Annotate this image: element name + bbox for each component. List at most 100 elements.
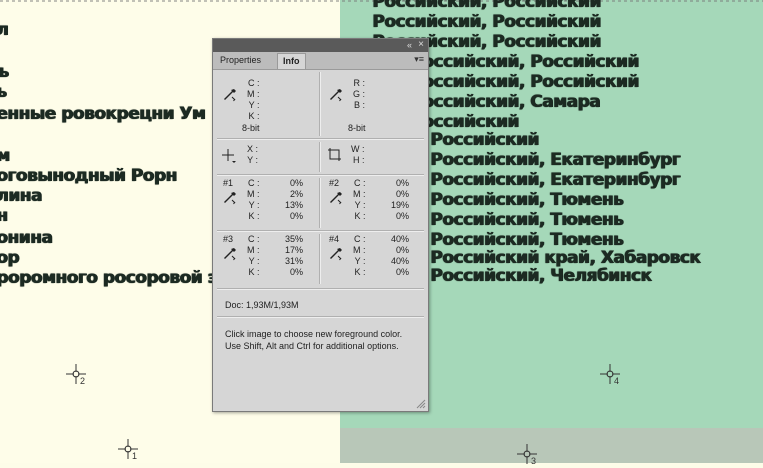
doc-left-line: ъ: [0, 62, 9, 82]
sampler-id: #2: [329, 178, 340, 188]
doc-right-line: Российский, Тюмень: [430, 190, 623, 210]
color-sampler-marker[interactable]: 1: [118, 439, 142, 463]
divider: [319, 234, 321, 284]
panel-menu-icon[interactable]: ▾≡: [414, 54, 424, 65]
label: Y :: [248, 100, 260, 110]
divider: [319, 72, 321, 136]
doc-left-line: ор: [0, 248, 19, 268]
doc-right-line: Российский, Тюмень: [430, 210, 623, 230]
label: M :: [247, 89, 260, 99]
document-size: Doc: 1,93M/1,93M: [225, 300, 299, 310]
doc-left-line: лина: [0, 186, 42, 206]
label: M :: [247, 189, 260, 199]
doc-left-line: роромного росоровой э: [0, 268, 217, 288]
doc-left-line: онина: [0, 228, 53, 248]
label: Y :: [354, 200, 366, 210]
value: 13%: [285, 200, 304, 210]
label: Y :: [248, 200, 260, 210]
doc-right-line: Российский край, Хабаровск: [430, 248, 701, 268]
cmyk-labels: C : M : Y : K :: [247, 234, 260, 278]
eyedropper-icon: [330, 192, 342, 205]
eyedropper-icon: [224, 248, 236, 261]
doc-right-line: Российский, Самара: [410, 92, 600, 112]
value: 19%: [391, 200, 410, 210]
value: 0%: [395, 245, 409, 255]
color-sampler-marker[interactable]: 2: [66, 364, 90, 388]
help-text: Click image to choose new foreground col…: [225, 329, 403, 351]
cmyk-values: 0% 2% 13% 0%: [285, 178, 303, 222]
position-size-section: X : Y : W : H :: [213, 140, 428, 174]
label: K :: [354, 211, 366, 221]
eyedropper-icon: [330, 248, 342, 261]
panel-tabs: Properties Info ▾≡: [213, 52, 428, 70]
doc-left-line: л: [0, 20, 8, 40]
cmyk-labels: C : M : Y : K :: [353, 234, 366, 278]
sampler-number: 3: [531, 456, 537, 466]
value: 0%: [289, 267, 303, 277]
label: C :: [353, 234, 366, 244]
cmyk-values: 0% 0% 19% 0%: [391, 178, 409, 222]
panel-titlebar[interactable]: « ×: [213, 39, 428, 52]
bounding-box-icon: [328, 148, 341, 161]
label: K :: [248, 111, 260, 121]
doc-left-line: н: [0, 206, 8, 226]
tab-info[interactable]: Info: [277, 53, 306, 69]
label: H :: [352, 155, 365, 165]
label: C :: [353, 178, 366, 188]
doc-right-line: Российский, Челябинск: [430, 266, 652, 286]
sampler-number: 1: [132, 451, 138, 461]
value: 40%: [391, 234, 410, 244]
divider: [217, 316, 424, 318]
value: 40%: [391, 256, 410, 266]
value: 0%: [395, 189, 409, 199]
color-sampler-marker[interactable]: 4: [600, 364, 624, 388]
label: K :: [248, 211, 260, 221]
sampler-id: #3: [223, 234, 234, 244]
doc-right-line: Российский, Екатеринбург: [430, 150, 680, 170]
doc-right-line: Российский, Тюмень: [430, 230, 623, 250]
label: C :: [247, 178, 260, 188]
rgb-labels: R : G : B :: [353, 78, 365, 111]
divider: [217, 288, 424, 290]
doc-right-line: Российский: [430, 130, 539, 150]
label: R :: [353, 78, 366, 88]
close-icon[interactable]: ×: [418, 39, 424, 50]
value: 0%: [395, 178, 409, 188]
cmyk-labels: C : M : Y : K :: [353, 178, 366, 222]
doc-right-line: Российский, Российский: [410, 52, 639, 72]
value: 0%: [289, 178, 303, 188]
value: 35%: [285, 234, 304, 244]
doc-left-line: ь: [0, 82, 7, 102]
doc-left-line: м: [0, 146, 10, 166]
resize-grip-icon[interactable]: [416, 399, 426, 409]
label: W :: [351, 144, 365, 154]
label: M :: [353, 189, 366, 199]
doc-right-line: Российский, Екатеринбург: [430, 170, 680, 190]
label: B :: [354, 100, 366, 110]
crosshair-icon: [222, 149, 236, 163]
doc-left-line: оговынодный Рорн: [0, 166, 177, 186]
sampler-row: #1 C : M : Y : K : 0% 2% 13% 0% #2 C : M…: [213, 176, 428, 230]
collapse-icon[interactable]: «: [407, 40, 412, 50]
cmyk-labels: C : M : Y : K :: [247, 78, 260, 122]
cmyk-values: 35% 17% 31% 0%: [285, 234, 303, 278]
value: 2%: [289, 189, 303, 199]
value: 0%: [395, 267, 409, 277]
label: M :: [353, 245, 366, 255]
color-sampler-marker[interactable]: 3: [517, 444, 541, 468]
doc-left-line: енные ровокрецни Ум: [0, 104, 206, 124]
doc-right-line: Российский, Российский: [372, 0, 601, 12]
info-panel: « × Properties Info ▾≡ C : M : Y : K : 8…: [212, 38, 429, 412]
sampler-number: 2: [80, 376, 86, 386]
sampler-id: #4: [329, 234, 340, 244]
value: 0%: [395, 211, 409, 221]
value: 0%: [289, 211, 303, 221]
tab-properties[interactable]: Properties: [215, 53, 267, 68]
eyedropper-icon: [224, 89, 236, 102]
eyedropper-icon: [330, 89, 342, 102]
color-readout-section: C : M : Y : K : 8-bit R : G : B : 8-bit: [213, 70, 428, 138]
label: Y :: [247, 155, 259, 165]
label: Y :: [248, 256, 260, 266]
doc-right-line: Российский, Российский: [372, 12, 601, 32]
canvas-bottom-strip[interactable]: [340, 428, 763, 463]
